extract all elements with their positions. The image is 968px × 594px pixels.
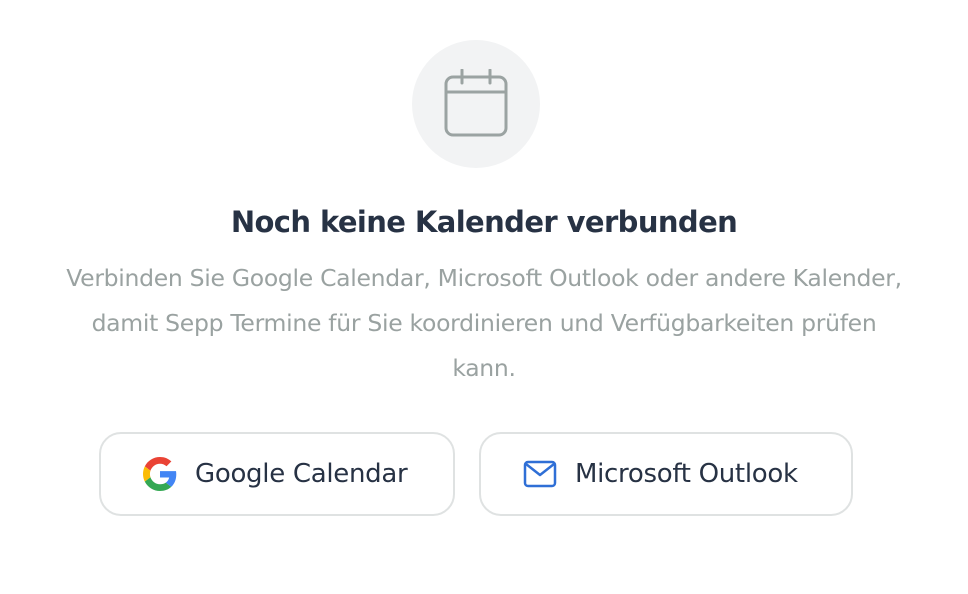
connect-google-calendar-button[interactable]: Google Calendar (99, 432, 455, 516)
google-logo-icon (143, 457, 177, 491)
mail-icon (523, 457, 557, 491)
calendar-icon-circle (412, 40, 540, 168)
microsoft-outlook-label: Microsoft Outlook (575, 459, 798, 489)
calendar-icon (444, 69, 508, 137)
empty-state-title: Noch keine Kalender verbunden (230, 205, 738, 239)
connect-microsoft-outlook-button[interactable]: Microsoft Outlook (479, 432, 853, 516)
google-calendar-label: Google Calendar (195, 459, 408, 489)
empty-state-description: Verbinden Sie Google Calendar, Microsoft… (66, 264, 902, 382)
empty-state: Noch keine Kalender verbunden Verbinden … (0, 0, 968, 594)
